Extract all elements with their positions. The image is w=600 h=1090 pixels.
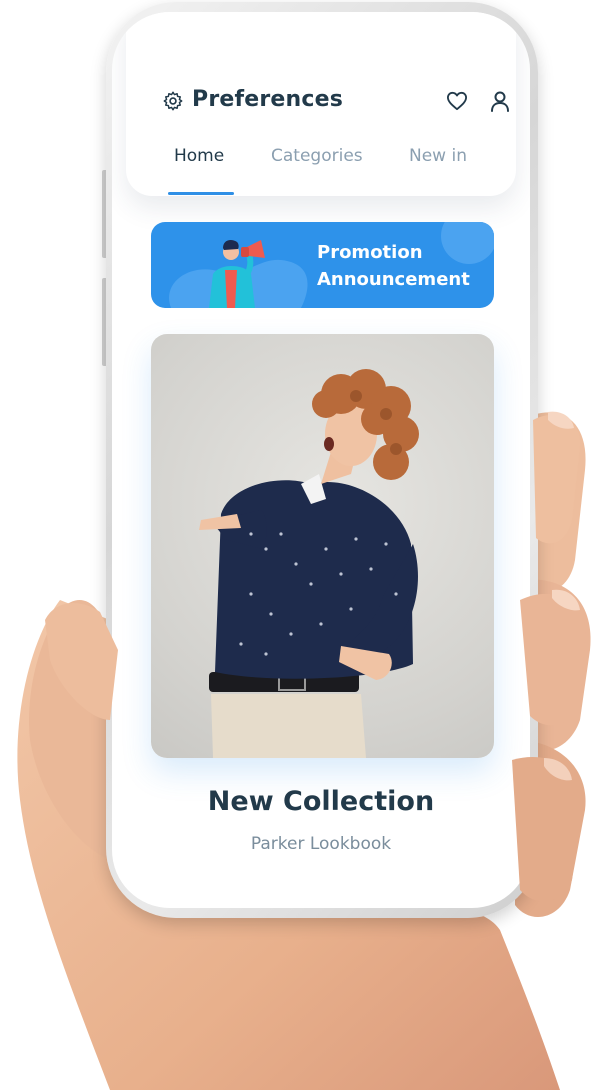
megaphone-man-illustration <box>209 240 265 308</box>
promotion-line-2: Announcement <box>317 269 470 290</box>
promotion-line-1: Promotion <box>317 242 423 263</box>
tab-categories[interactable]: Categories <box>271 146 363 166</box>
promotion-banner[interactable]: Promotion Announcement <box>151 222 494 308</box>
model-photo <box>199 369 419 758</box>
phone-screen: Preferences Home Categories New in Promo… <box>112 12 530 908</box>
collection-subtitle: Parker Lookbook <box>250 834 392 854</box>
active-tab-indicator <box>168 192 234 195</box>
collection-photo[interactable] <box>151 334 494 758</box>
header: Preferences Home Categories New in <box>126 12 516 196</box>
promotion-text: Promotion Announcement <box>317 239 470 293</box>
tab-new-in[interactable]: New in <box>409 146 467 166</box>
page-title: Preferences <box>192 87 344 112</box>
gear-icon[interactable] <box>162 90 184 112</box>
heart-icon[interactable] <box>446 91 468 111</box>
scene: Preferences Home Categories New in Promo… <box>0 0 600 1090</box>
tab-home[interactable]: Home <box>174 146 224 166</box>
user-icon[interactable] <box>490 90 510 112</box>
collection-title: New Collection <box>207 786 435 817</box>
